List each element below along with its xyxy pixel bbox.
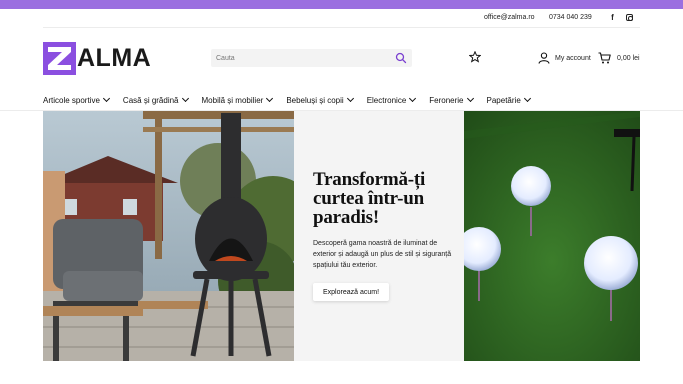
nav-item-feronerie[interactable]: Feronerie bbox=[429, 93, 474, 107]
solar-lights-illustration bbox=[464, 111, 640, 361]
main-nav: Articole sportive Casă și grădină Mobilă… bbox=[43, 93, 544, 107]
contact-bar: office@zalma.ro 0734 040 239 f bbox=[0, 9, 683, 27]
nav-item-label: Feronerie bbox=[429, 95, 464, 105]
chevron-down-icon bbox=[523, 94, 531, 103]
hero-text-panel: Transformă-ți curtea într-un paradis! De… bbox=[294, 111, 464, 361]
chevron-down-icon bbox=[409, 94, 417, 103]
nav-item-label: Papetărie bbox=[486, 95, 521, 105]
search-icon[interactable] bbox=[395, 52, 407, 64]
header-divider bbox=[43, 27, 640, 28]
hero-banner: Transformă-ți curtea într-un paradis! De… bbox=[43, 111, 640, 361]
logo-mark-icon bbox=[43, 42, 76, 75]
nav-item-label: Bebeluși și copii bbox=[286, 95, 344, 105]
nav-item-mobila-si-mobilier[interactable]: Mobilă și mobilier bbox=[201, 93, 274, 107]
chevron-down-icon bbox=[346, 94, 354, 103]
nav-item-papetarie[interactable]: Papetărie bbox=[486, 93, 531, 107]
hero-description: Descoperă gama noastră de iluminat de ex… bbox=[313, 240, 452, 269]
chevron-down-icon bbox=[266, 94, 274, 103]
cart-icon bbox=[598, 52, 611, 64]
cart-link[interactable]: 0,00 lei bbox=[598, 51, 640, 65]
hero-image-garden-fireplace bbox=[43, 111, 294, 361]
garden-scene-illustration bbox=[43, 111, 294, 361]
nav-item-articole-sportive[interactable]: Articole sportive bbox=[43, 93, 110, 107]
account-label: My account bbox=[555, 54, 591, 62]
nav-item-label: Casă și grădină bbox=[122, 95, 179, 105]
search-bar bbox=[211, 49, 412, 67]
nav-item-casa-si-gradina[interactable]: Casă și grădină bbox=[122, 93, 189, 107]
hero-cta-button[interactable]: Explorează acum! bbox=[313, 283, 389, 301]
nav-item-label: Mobilă și mobilier bbox=[201, 95, 264, 105]
site-logo[interactable]: ALMA bbox=[43, 42, 151, 75]
nav-item-label: Electronice bbox=[366, 95, 407, 105]
facebook-icon[interactable]: f bbox=[609, 13, 616, 22]
account-link[interactable]: My account bbox=[538, 51, 591, 65]
hero-image-solar-lights bbox=[464, 111, 640, 361]
top-accent-bar bbox=[0, 0, 683, 9]
cart-total: 0,00 lei bbox=[617, 54, 640, 62]
contact-phone[interactable]: 0734 040 239 bbox=[549, 14, 592, 21]
chevron-down-icon bbox=[466, 94, 474, 103]
nav-item-electronice[interactable]: Electronice bbox=[366, 93, 417, 107]
search-input[interactable] bbox=[216, 51, 386, 65]
nav-item-bebelusi-si-copii[interactable]: Bebeluși și copii bbox=[286, 93, 354, 107]
hero-title: Transformă-ți curtea într-un paradis! bbox=[313, 169, 426, 228]
logo-text: ALMA bbox=[77, 44, 152, 72]
chevron-down-icon bbox=[181, 94, 189, 103]
nav-item-label: Articole sportive bbox=[43, 95, 100, 105]
contact-email[interactable]: office@zalma.ro bbox=[484, 14, 535, 21]
instagram-icon[interactable] bbox=[626, 14, 633, 21]
star-icon[interactable] bbox=[469, 51, 481, 63]
chevron-down-icon bbox=[102, 94, 110, 103]
user-icon bbox=[538, 52, 550, 64]
